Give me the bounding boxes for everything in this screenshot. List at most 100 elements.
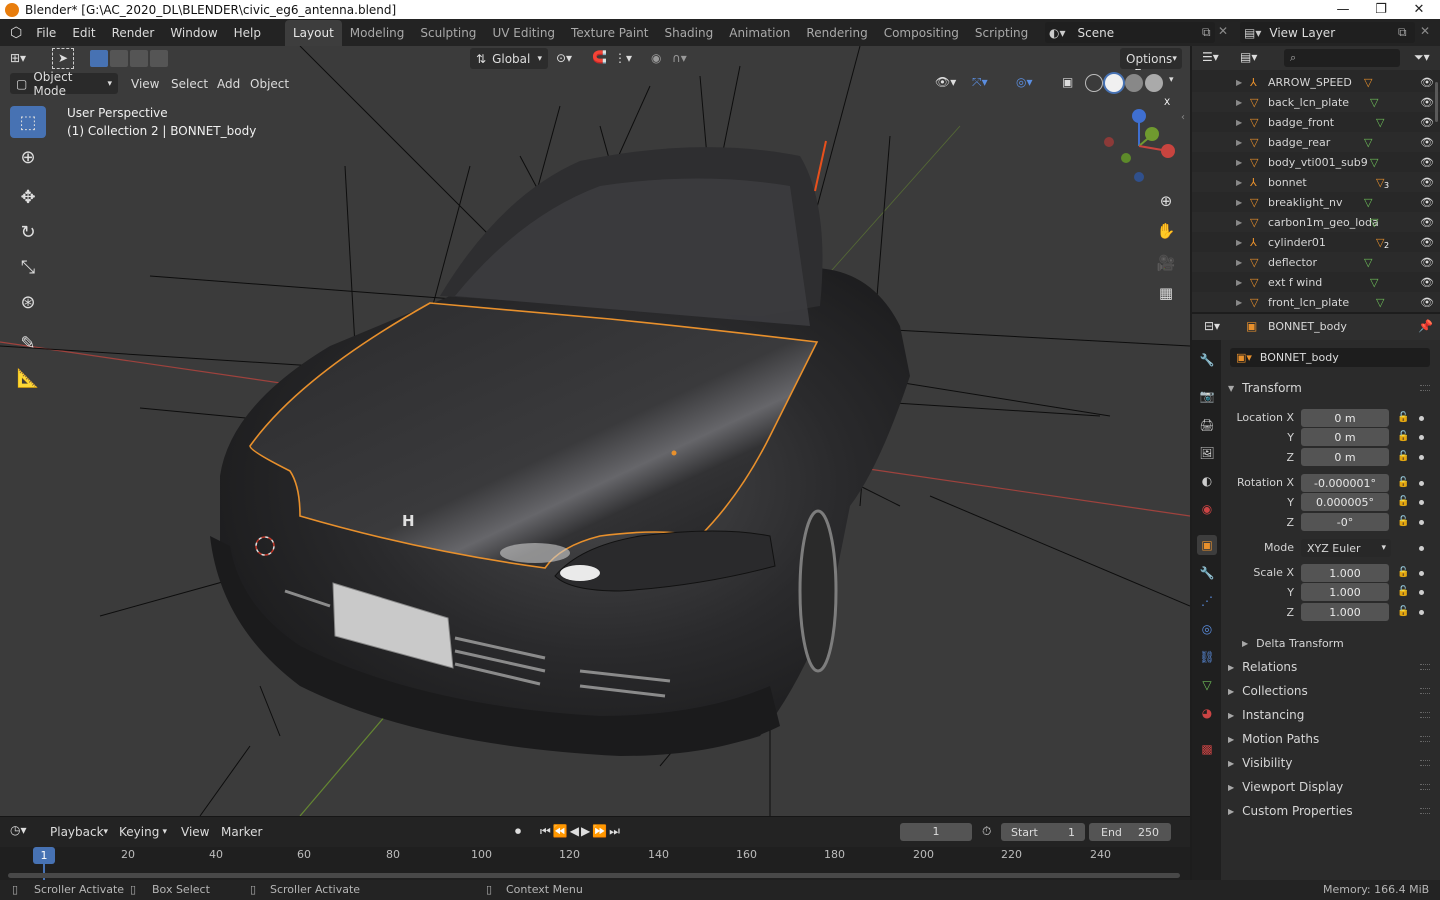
output-tab-icon[interactable]: 🖨	[1197, 415, 1217, 435]
outliner-item[interactable]: ▶ ▽ badge_front ▽ 👁	[1192, 112, 1440, 132]
visibility-eye-icon[interactable]: 👁	[1420, 256, 1434, 269]
menu-edit[interactable]: Edit	[64, 20, 103, 46]
render-tab-icon[interactable]: 📷	[1197, 386, 1217, 406]
scale-x-field[interactable]: 1.000	[1301, 564, 1389, 582]
outliner-item[interactable]: ▶ ⅄ bonnet ▽ 3 👁	[1192, 172, 1440, 192]
outliner-item[interactable]: ▶ ▽ carbon1m_geo_loda ▽ 👁	[1192, 212, 1440, 232]
annotate-tool[interactable]: ✎	[10, 327, 46, 359]
lock-icon[interactable]: 🔓	[1397, 516, 1409, 528]
close-window-button[interactable]: ✕	[1400, 0, 1438, 19]
tab-sculpting[interactable]: Sculpting	[412, 20, 484, 46]
visibility-eye-icon[interactable]: 👁	[1420, 216, 1434, 229]
expand-arrow-icon[interactable]: ▶	[1236, 238, 1250, 247]
outliner-item[interactable]: ▶ ▽ front_lcn_plate ▽ 👁	[1192, 292, 1440, 312]
transform-panel-header[interactable]: ▼ Transform	[1228, 377, 1434, 399]
panel-visibility[interactable]: ▶ Visibility	[1228, 752, 1434, 774]
panel-motion-paths[interactable]: ▶ Motion Paths	[1228, 728, 1434, 750]
transform-orientation-dropdown[interactable]: ⇅ Global ▾	[470, 48, 548, 69]
visibility-eye-icon[interactable]: 👁	[1420, 196, 1434, 209]
tab-uv-editing[interactable]: UV Editing	[484, 20, 563, 46]
shading-options-icon[interactable]: ▾	[1169, 75, 1174, 85]
editor-type-icon[interactable]: ⊞▾	[10, 51, 26, 65]
tab-scripting[interactable]: Scripting	[967, 20, 1036, 46]
perspective-toggle-icon[interactable]: ▦	[1153, 280, 1179, 306]
modifier-tab-icon[interactable]: 🔧	[1197, 563, 1217, 583]
current-frame-field[interactable]: 1	[900, 823, 972, 841]
outliner-item-name[interactable]: cylinder01	[1268, 236, 1368, 249]
panel-grip-icon[interactable]	[1420, 385, 1430, 391]
delta-transform-header[interactable]: ▶ Delta Transform	[1242, 632, 1432, 654]
expand-arrow-icon[interactable]: ▶	[1236, 118, 1250, 127]
scale-z-field[interactable]: 1.000	[1301, 603, 1389, 621]
pivot-icon[interactable]: ⊙▾	[556, 51, 572, 65]
outliner-item[interactable]: ▶ ▽ body_vti001_sub9 ▽ 👁	[1192, 152, 1440, 172]
visibility-eye-icon[interactable]: 👁	[1420, 116, 1434, 129]
cursor-tool[interactable]: ⊕	[10, 141, 46, 173]
visibility-eye-icon[interactable]: 👁	[1420, 156, 1434, 169]
lock-icon[interactable]: 🔓	[1397, 431, 1409, 443]
tab-layout[interactable]: Layout	[285, 19, 342, 46]
panel-grip-icon[interactable]	[1420, 808, 1430, 814]
panel-grip-icon[interactable]	[1420, 712, 1430, 718]
3d-viewport[interactable]: Z Y X H User Perspective (1) Collection …	[0, 46, 1190, 816]
panel-collections[interactable]: ▶ Collections	[1228, 680, 1434, 702]
tab-animation[interactable]: Animation	[721, 20, 798, 46]
lock-icon[interactable]: 🔓	[1397, 412, 1409, 424]
rotation-mode-dropdown[interactable]: XYZ Euler ▾	[1301, 539, 1391, 557]
menu-window[interactable]: Window	[162, 20, 225, 46]
tool-tab-icon[interactable]: 🔧	[1197, 350, 1217, 370]
expand-arrow-icon[interactable]: ▶	[1236, 198, 1250, 207]
object-data-icon[interactable]: ▽	[1364, 76, 1372, 89]
scene-selector[interactable]: ◐▾ Scene ⧉	[1045, 22, 1215, 43]
solid-shading-icon[interactable]	[1105, 74, 1123, 92]
outliner-item-name[interactable]: carbon1m_geo_loda	[1268, 216, 1379, 229]
outliner-panel[interactable]: ☰▾ ▤▾ ⌕ ⏷▾ ▶ ⅄ ARROW_SPEED ▽ 👁 ▶ ▽ back_lcn_pla…	[1192, 46, 1440, 312]
sidebar-toggle-icon[interactable]: ‹	[1181, 112, 1185, 123]
object-data-icon[interactable]: ▽	[1370, 276, 1378, 289]
rotation-y-field[interactable]: 0.000005°	[1301, 493, 1389, 511]
object-data-icon[interactable]: ▽	[1370, 216, 1378, 229]
scene-tab-icon[interactable]: ◐	[1197, 471, 1217, 491]
panel-grip-icon[interactable]	[1420, 688, 1430, 694]
lock-icon[interactable]: 🔓	[1397, 586, 1409, 598]
falloff-icon[interactable]: ∩▾	[672, 51, 687, 65]
properties-editor-type-icon[interactable]: ⊟▾	[1204, 319, 1220, 333]
rendered-shading-icon[interactable]	[1145, 74, 1163, 92]
keyframe-dot[interactable]	[1419, 500, 1424, 505]
menu-render[interactable]: Render	[104, 20, 163, 46]
outliner-item-name[interactable]: ARROW_SPEED	[1268, 76, 1368, 89]
scale-y-field[interactable]: 1.000	[1301, 583, 1389, 601]
viewport-menu-view[interactable]: View	[124, 73, 166, 95]
outliner-item[interactable]: ▶ ▽ ext f wind ▽ 👁	[1192, 272, 1440, 292]
new-view-layer-icon[interactable]: ⧉	[1398, 25, 1407, 40]
zoom-icon[interactable]: ⊕	[1153, 188, 1179, 214]
playback-menu[interactable]: Playback ▾	[44, 821, 112, 842]
options-dropdown[interactable]: Options ▾	[1120, 48, 1182, 69]
blender-menu-icon[interactable]: ⬡	[10, 25, 22, 41]
lock-icon[interactable]: 🔓	[1397, 477, 1409, 489]
object-data-icon[interactable]: ▽	[1376, 116, 1384, 129]
playhead[interactable]: 1	[33, 847, 55, 864]
object-mode-dropdown[interactable]: ▢ Object Mode ▾	[10, 70, 118, 98]
panel-grip-icon[interactable]	[1420, 784, 1430, 790]
panel-viewport-display[interactable]: ▶ Viewport Display	[1228, 776, 1434, 798]
outliner-item-name[interactable]: bonnet	[1268, 176, 1368, 189]
menu-help[interactable]: Help	[226, 20, 269, 46]
outliner-editor-type-icon[interactable]: ☰▾	[1202, 50, 1219, 64]
panel-instancing[interactable]: ▶ Instancing	[1228, 704, 1434, 726]
outliner-item[interactable]: ▶ ▽ badge_rear ▽ 👁	[1192, 132, 1440, 152]
new-scene-icon[interactable]: ⧉	[1202, 25, 1211, 40]
visibility-eye-icon[interactable]: 👁	[1420, 76, 1434, 89]
overlay-toggle-icon[interactable]: ◎▾	[1016, 75, 1033, 89]
keyframe-dot[interactable]	[1419, 571, 1424, 576]
select-subtract-icon[interactable]	[130, 50, 148, 67]
lock-icon[interactable]: 🔓	[1397, 567, 1409, 579]
visibility-eye-icon[interactable]: 👁	[1420, 276, 1434, 289]
minimize-button[interactable]: —	[1324, 0, 1362, 19]
object-name-field[interactable]: ▣▾ BONNET_body	[1230, 348, 1430, 367]
select-mode-buttons[interactable]	[90, 50, 182, 68]
rotation-z-field[interactable]: -0°	[1301, 513, 1389, 531]
visibility-eye-icon[interactable]: 👁	[1420, 136, 1434, 149]
keying-menu[interactable]: Keying ▾	[113, 821, 173, 842]
keyframe-dot[interactable]	[1419, 481, 1424, 486]
